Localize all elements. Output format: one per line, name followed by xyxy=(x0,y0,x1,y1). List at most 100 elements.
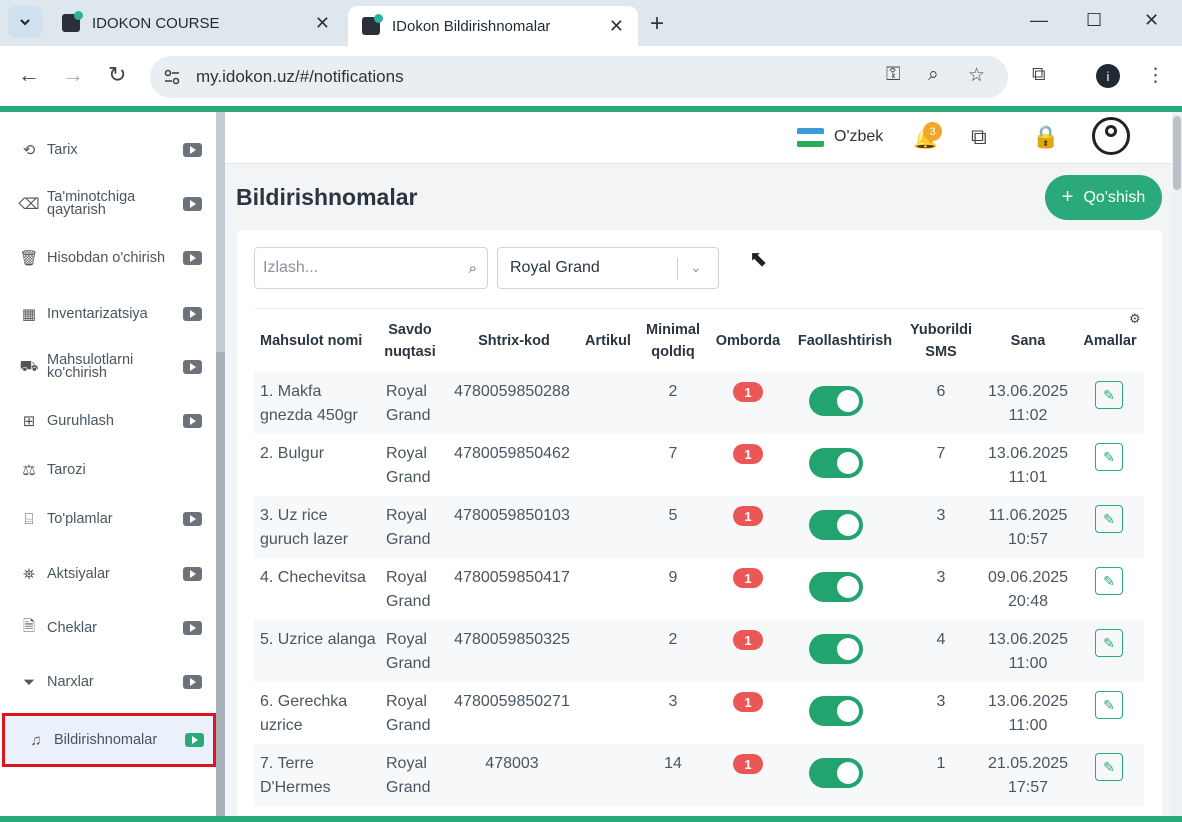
video-play-icon[interactable] xyxy=(183,197,202,211)
close-window-button[interactable]: ✕ xyxy=(1144,10,1159,31)
edit-icon[interactable]: ✎ xyxy=(1095,505,1123,533)
chevron-down-icon[interactable]: ⌄ xyxy=(690,259,702,276)
edit-icon[interactable]: ✎ xyxy=(1095,629,1123,657)
cell-minimal: 14 xyxy=(664,755,682,772)
browser-profile-avatar[interactable]: i xyxy=(1096,64,1120,88)
sidebar-item-notifications[interactable]: ♫ Bildirishnomalar xyxy=(2,713,216,767)
video-play-icon[interactable] xyxy=(183,251,202,265)
search-input[interactable]: Izlash... ⌕ xyxy=(254,247,488,289)
forward-button[interactable]: → xyxy=(62,62,84,88)
edit-icon[interactable]: ✎ xyxy=(1095,691,1123,719)
store-select-value: Royal Grand xyxy=(510,259,600,276)
table-row: 2. Bulgur Royal Grand 4780059850462 7 1 7 13.0… xyxy=(254,434,1144,496)
sidebar-item-promotions[interactable]: ⛯ Aktsiyalar xyxy=(0,562,216,586)
page-scrollbar[interactable] xyxy=(1172,112,1182,822)
close-tab-icon[interactable]: ✕ xyxy=(609,16,624,37)
minimize-button[interactable]: — xyxy=(1030,10,1048,31)
cell-sms: 3 xyxy=(936,507,946,524)
cell-barcode: 4780059850462 xyxy=(454,445,570,462)
tab-search-button[interactable] xyxy=(8,6,42,38)
language-selector[interactable]: O'zbek xyxy=(834,128,883,146)
video-play-icon[interactable] xyxy=(183,360,202,374)
search-icon[interactable]: ⌕ xyxy=(469,260,477,277)
sidebar-item-prices[interactable]: ⏷ Narxlar xyxy=(0,670,216,694)
activation-toggle[interactable] xyxy=(809,696,863,726)
gear-icon[interactable]: ⚙ xyxy=(1129,311,1141,327)
sidebar-scrollbar[interactable] xyxy=(216,112,225,822)
cell-date: 11.06.2025 10:57 xyxy=(988,507,1068,548)
app-header: O'zbek 🔔 3 ⧉ 🔒 xyxy=(225,112,1172,164)
activation-toggle[interactable] xyxy=(809,386,863,416)
activation-toggle[interactable] xyxy=(809,448,863,478)
add-button[interactable]: + Qo'shish xyxy=(1045,175,1162,220)
video-play-icon[interactable] xyxy=(183,621,202,635)
video-play-icon[interactable] xyxy=(183,414,202,428)
sidebar-item-receipts[interactable]: 🗎 Cheklar xyxy=(0,616,216,640)
column-header-stock: Omborda xyxy=(715,333,781,349)
close-tab-icon[interactable]: ✕ xyxy=(315,13,330,34)
site-settings-icon[interactable] xyxy=(162,67,182,87)
sidebar-item-transfer[interactable]: ⛟ Mahsulotlarni ko'chirish xyxy=(0,353,216,381)
video-play-icon[interactable] xyxy=(183,675,202,689)
cell-name: 4. Chechevitsa xyxy=(260,569,366,586)
cell-name: 7. Terre D'Hermes xyxy=(260,755,331,796)
extensions-icon[interactable]: ⧉ xyxy=(1032,64,1046,86)
edit-icon[interactable]: ✎ xyxy=(1095,567,1123,595)
uzbekistan-flag-icon[interactable] xyxy=(797,128,824,147)
edit-icon[interactable]: ✎ xyxy=(1095,753,1123,781)
grid-icon: ▦ xyxy=(21,306,37,323)
activation-toggle[interactable] xyxy=(809,572,863,602)
browser-menu-icon[interactable]: ⋮ xyxy=(1146,64,1165,87)
sidebar-item-supplier-return[interactable]: ⌫ Ta'minotchiga qaytarish xyxy=(0,190,216,218)
idokon-favicon-icon xyxy=(362,14,383,35)
back-button[interactable]: ← xyxy=(18,62,40,88)
cell-name: 1. Makfa gnezda 450gr xyxy=(260,383,358,424)
edit-icon[interactable]: ✎ xyxy=(1095,443,1123,471)
switch-window-icon[interactable]: ⧉ xyxy=(971,124,987,150)
column-header-article: Artikul xyxy=(585,333,631,349)
sidebar-scrollbar-thumb[interactable] xyxy=(216,352,225,822)
password-key-icon[interactable]: ⚿ xyxy=(886,64,900,86)
cell-barcode: 4780059850288 xyxy=(454,383,570,400)
activation-toggle[interactable] xyxy=(809,510,863,540)
sidebar-item-bundles[interactable]: ⌸ To'plamlar xyxy=(0,507,216,531)
video-play-icon[interactable] xyxy=(183,512,202,526)
stock-badge: 1 xyxy=(733,692,763,712)
sidebar-item-scales[interactable]: ⚖ Tarozi xyxy=(0,458,216,482)
store-select[interactable]: Royal Grand ⌄ xyxy=(497,247,719,289)
table-header: Mahsulot nomi Savdo nuqtasi Shtrix-kod A… xyxy=(254,308,1144,372)
lock-icon[interactable]: 🔒 xyxy=(1032,124,1059,150)
zoom-icon[interactable]: ⌕ xyxy=(928,64,939,86)
reload-button[interactable]: ↻ xyxy=(108,62,126,88)
video-play-icon[interactable] xyxy=(183,567,202,581)
sidebar-item-label: Hisobdan o'chirish xyxy=(47,249,166,266)
cell-barcode: 478003 xyxy=(485,755,539,772)
sidebar-item-grouping[interactable]: ⊞ Guruhlash xyxy=(0,409,216,433)
table-row: 6. Gerechka uzrice Royal Grand 47800598502… xyxy=(254,682,1144,744)
column-header-barcode: Shtrix-kod xyxy=(478,333,550,349)
add-button-label: Qo'shish xyxy=(1083,188,1146,206)
new-tab-button[interactable]: + xyxy=(650,10,664,38)
url-field[interactable]: my.idokon.uz/#/notifications xyxy=(150,56,1008,98)
activation-toggle[interactable] xyxy=(809,634,863,664)
edit-icon[interactable]: ✎ xyxy=(1095,381,1123,409)
user-avatar-icon[interactable] xyxy=(1092,117,1130,155)
tab-bildirishnomalar[interactable]: IDokon Bildirishnomalar ✕ xyxy=(348,6,638,46)
maximize-button[interactable]: ☐ xyxy=(1086,10,1102,31)
sidebar-item-tarix[interactable]: ⟲ Tarix xyxy=(0,138,216,162)
page-scrollbar-thumb[interactable] xyxy=(1173,116,1181,190)
activation-toggle[interactable] xyxy=(809,758,863,788)
cell-date: 13.06.2025 11:00 xyxy=(987,631,1069,672)
sidebar-item-label: Tarix xyxy=(47,141,78,158)
sidebar-item-write-off[interactable]: 🗑 Hisobdan o'chirish xyxy=(0,244,216,272)
tab-idokon-course[interactable]: IDOKON COURSE ✕ xyxy=(48,6,344,40)
video-play-icon[interactable] xyxy=(185,733,204,747)
cell-date: 21.05.2025 17:57 xyxy=(987,755,1069,796)
stock-badge: 1 xyxy=(733,754,763,774)
sidebar-item-inventory[interactable]: ▦ Inventarizatsiya xyxy=(0,302,216,326)
tab-title: IDokon Bildirishnomalar xyxy=(392,17,551,35)
video-play-icon[interactable] xyxy=(183,307,202,321)
video-play-icon[interactable] xyxy=(183,143,202,157)
cell-date: 13.06.2025 11:01 xyxy=(987,445,1069,486)
bookmark-star-icon[interactable]: ☆ xyxy=(968,64,985,87)
